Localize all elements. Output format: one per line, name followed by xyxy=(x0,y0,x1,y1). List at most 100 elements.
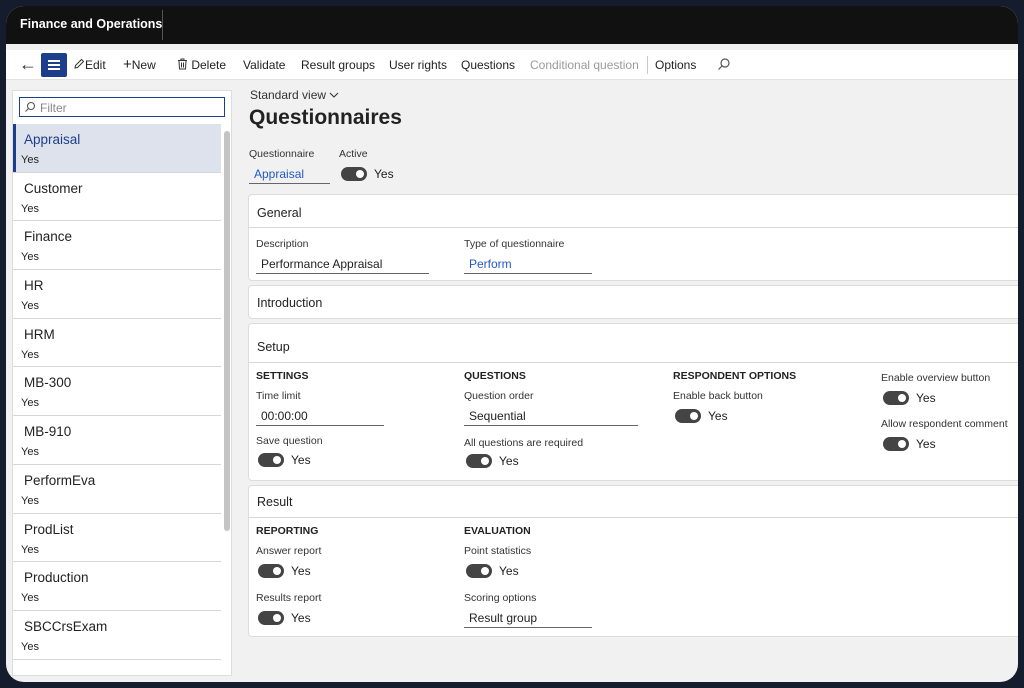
reporting-heading: REPORTING xyxy=(256,525,319,537)
save-question-toggle[interactable] xyxy=(258,453,284,467)
type-label: Type of questionnaire xyxy=(464,238,565,250)
list-item-status: Yes xyxy=(21,397,39,410)
question-order-label: Question order xyxy=(464,390,534,402)
overview-button-toggle[interactable] xyxy=(883,391,909,405)
save-question-label: Save question xyxy=(256,435,323,447)
setup-title[interactable]: Setup xyxy=(257,340,290,354)
scoring-options-field[interactable]: Result group xyxy=(464,608,592,628)
active-label: Active xyxy=(339,148,368,160)
filter-input[interactable]: Filter xyxy=(19,97,225,117)
trash-icon xyxy=(178,58,187,70)
all-required-toggle[interactable] xyxy=(466,454,492,468)
results-report-value: Yes xyxy=(291,611,311,625)
list-item[interactable]: PerformEva Yes xyxy=(13,465,221,514)
list-item-status: Yes xyxy=(21,446,39,459)
answer-report-toggle[interactable] xyxy=(258,564,284,578)
list-item[interactable]: Production Yes xyxy=(13,562,221,611)
results-report-label: Results report xyxy=(256,592,322,604)
list-item-status: Yes xyxy=(21,592,39,605)
list-item-status: Yes xyxy=(21,154,39,166)
settings-heading: SETTINGS xyxy=(256,370,309,382)
list-item[interactable]: ProdList Yes xyxy=(13,514,221,563)
options-button[interactable]: Options xyxy=(655,58,696,72)
results-report-toggle[interactable] xyxy=(258,611,284,625)
introduction-section: Introduction xyxy=(248,285,1018,319)
result-title[interactable]: Result xyxy=(257,495,292,509)
app-window: Finance and Operations ← Edit +New Delet… xyxy=(6,6,1018,682)
point-statistics-value: Yes xyxy=(499,564,519,578)
list-item[interactable]: Customer Yes xyxy=(13,173,221,222)
edit-label: Edit xyxy=(85,58,106,72)
list-item-name: Production xyxy=(24,570,89,586)
point-statistics-toggle[interactable] xyxy=(466,564,492,578)
list-item-status: Yes xyxy=(21,640,39,653)
general-title[interactable]: General xyxy=(257,206,301,220)
new-button[interactable]: +New xyxy=(123,57,156,72)
list-item-status: Yes xyxy=(21,494,39,507)
section-divider xyxy=(249,227,1018,228)
list-item-name: ProdList xyxy=(24,521,74,537)
description-field[interactable]: Performance Appraisal xyxy=(256,254,429,274)
section-divider xyxy=(249,362,1018,363)
list-item[interactable]: HR Yes xyxy=(13,270,221,319)
chevron-down-icon xyxy=(330,92,339,98)
list-item-name: Finance xyxy=(24,229,73,245)
list-item-status: Yes xyxy=(21,202,39,215)
questionnaire-label: Questionnaire xyxy=(249,148,315,160)
validate-button[interactable]: Validate xyxy=(243,58,285,72)
page-title: Questionnaires xyxy=(249,106,402,129)
search-icon[interactable] xyxy=(717,57,731,71)
app-title[interactable]: Finance and Operations xyxy=(20,17,162,31)
respondent-options-heading: RESPONDENT OPTIONS xyxy=(673,370,797,382)
hamburger-menu-icon[interactable] xyxy=(41,53,67,77)
list-item-name: Customer xyxy=(24,180,83,196)
list-scrollbar[interactable] xyxy=(224,131,230,531)
setup-section: Setup SETTINGS Time limit 00:00:00 Save … xyxy=(248,323,1018,481)
active-toggle[interactable] xyxy=(341,167,367,181)
user-rights-button[interactable]: User rights xyxy=(389,58,447,72)
questions-button[interactable]: Questions xyxy=(461,58,515,72)
list-item[interactable]: SBCCrsExam Yes xyxy=(13,611,221,660)
all-required-label: All questions are required xyxy=(464,437,584,449)
list-item[interactable]: MB-910 Yes xyxy=(13,416,221,465)
edit-button[interactable]: Edit xyxy=(73,58,106,72)
action-pane: ← Edit +New Delete Validate Result group… xyxy=(6,50,1018,80)
back-button-value: Yes xyxy=(708,409,728,423)
list-item-status: Yes xyxy=(21,251,39,264)
introduction-title[interactable]: Introduction xyxy=(257,296,322,310)
list-item-name: Appraisal xyxy=(24,132,81,147)
all-required-value: Yes xyxy=(499,454,519,468)
back-arrow-icon[interactable]: ← xyxy=(19,55,37,73)
list-item[interactable]: MB-300 Yes xyxy=(13,367,221,417)
answer-report-value: Yes xyxy=(291,564,311,578)
list-item-status: Yes xyxy=(21,300,39,313)
list-item-name: MB-910 xyxy=(24,424,72,440)
point-statistics-label: Point statistics xyxy=(464,545,532,557)
list-item-status: Yes xyxy=(21,348,39,361)
list-item[interactable]: Appraisal Yes xyxy=(13,124,221,173)
delete-button[interactable]: Delete xyxy=(177,58,226,72)
search-icon xyxy=(25,101,36,112)
view-selector[interactable]: Standard view xyxy=(250,88,339,102)
answer-report-label: Answer report xyxy=(256,545,322,557)
time-limit-field[interactable]: 00:00:00 xyxy=(256,406,384,426)
general-section: General Description Performance Appraisa… xyxy=(248,194,1018,281)
time-limit-label: Time limit xyxy=(256,390,301,402)
list-item[interactable]: Finance Yes xyxy=(13,221,221,271)
result-groups-button[interactable]: Result groups xyxy=(301,58,375,72)
questionnaire-field[interactable]: Appraisal xyxy=(249,164,330,184)
respondent-comment-toggle[interactable] xyxy=(883,437,909,451)
questionnaire-list-pane: Filter Appraisal Yes Customer Yes Financ… xyxy=(12,90,232,676)
respondent-comment-value: Yes xyxy=(916,437,936,451)
question-order-field[interactable]: Sequential xyxy=(464,406,638,426)
delete-label: Delete xyxy=(191,58,227,72)
back-button-toggle[interactable] xyxy=(675,409,701,423)
active-value: Yes xyxy=(374,167,394,181)
details-pane: Standard view Questionnaires Questionnai… xyxy=(248,84,1018,674)
list-item-name: HR xyxy=(24,278,44,294)
respondent-comment-label: Allow respondent comment xyxy=(881,418,1008,430)
conditional-question-button[interactable]: Conditional question xyxy=(530,58,639,72)
type-field[interactable]: Perform xyxy=(464,254,592,274)
list-item-status: Yes xyxy=(21,543,39,556)
list-item[interactable]: HRM Yes xyxy=(13,319,221,368)
